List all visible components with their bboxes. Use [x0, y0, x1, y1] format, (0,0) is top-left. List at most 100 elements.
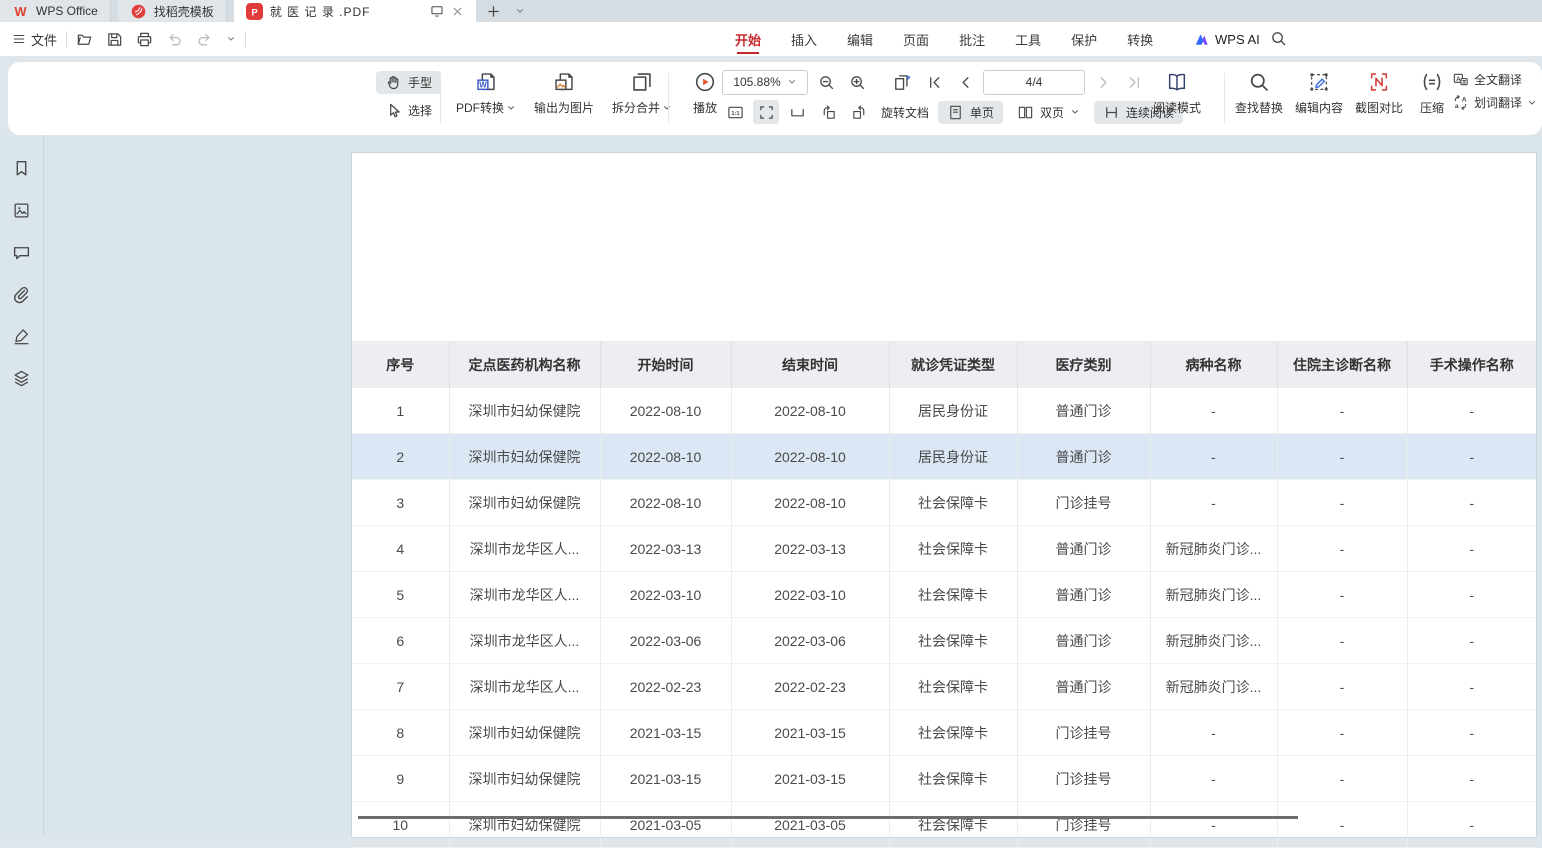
fit-page-button[interactable]	[753, 100, 779, 124]
table-cell: 普通门诊	[1017, 434, 1150, 480]
table-cell: -	[1407, 434, 1536, 480]
pdf-convert-button[interactable]: PDF转换	[448, 68, 524, 116]
menu-item-1[interactable]: 插入	[791, 22, 817, 56]
table-cell: -	[1150, 434, 1277, 480]
fit-width-button[interactable]	[784, 100, 810, 124]
rotate-left-button[interactable]	[815, 100, 841, 124]
layers-panel-button[interactable]	[12, 369, 31, 388]
next-page-icon	[1095, 74, 1112, 91]
table-cell: 2	[352, 434, 449, 480]
zoom-level-select[interactable]: 105.88%	[722, 70, 808, 95]
tab-document-active[interactable]: 就 医 记 录 .PDF	[234, 0, 476, 22]
undo-button[interactable]	[166, 31, 183, 48]
table-cell: -	[1277, 618, 1407, 664]
read-mode-group: 阅读模式	[1148, 68, 1206, 116]
table-cell: 普通门诊	[1017, 526, 1150, 572]
page-indicator-input[interactable]: 4/4	[983, 70, 1085, 95]
actual-size-button[interactable]	[722, 100, 748, 124]
full-translate-button[interactable]: 全文翻译	[1452, 71, 1537, 88]
last-page-button[interactable]	[1121, 70, 1147, 94]
export-image-button[interactable]: 输出为图片	[526, 68, 602, 116]
menu-search-button[interactable]	[1270, 30, 1287, 47]
wps-ai-button[interactable]: WPS AI	[1193, 22, 1260, 56]
table-cell: -	[1407, 802, 1536, 848]
next-page-button[interactable]	[1090, 70, 1116, 94]
rotate-right-button[interactable]	[846, 100, 872, 124]
menu-item-7[interactable]: 转换	[1127, 22, 1153, 56]
zoom-out-button[interactable]	[813, 70, 839, 94]
table-header-cell: 医疗类别	[1017, 341, 1150, 388]
bookmarks-panel-button[interactable]	[12, 159, 31, 178]
tab-docer-templates[interactable]: 找稻壳模板	[118, 0, 227, 22]
signature-panel-button[interactable]	[12, 327, 31, 346]
tab-wps-office[interactable]: WPS Office	[0, 0, 111, 22]
menu-item-5[interactable]: 工具	[1015, 22, 1041, 56]
table-cell: 5	[352, 572, 449, 618]
table-cell: 新冠肺炎门诊...	[1150, 618, 1277, 664]
pdf-page[interactable]: 序号定点医药机构名称开始时间结束时间就诊凭证类型医疗类别病种名称住院主诊断名称手…	[352, 153, 1536, 837]
thumbnails-panel-button[interactable]	[12, 201, 31, 220]
table-cell: 普通门诊	[1017, 388, 1150, 434]
menu-item-2[interactable]: 编辑	[847, 22, 873, 56]
zoom-in-button[interactable]	[844, 70, 870, 94]
page-layout-row: 旋转文档 单页 双页 连续阅读	[722, 99, 1183, 125]
zoom-out-icon	[818, 74, 835, 91]
double-page-button[interactable]: 双页	[1008, 101, 1089, 124]
table-cell: -	[1407, 572, 1536, 618]
document-title: 就 医 记 录 .PDF	[270, 3, 423, 20]
page-indicator-value: 4/4	[1026, 75, 1043, 89]
comments-panel-button[interactable]	[12, 243, 31, 262]
edit-content-button[interactable]: 编辑内容	[1290, 68, 1348, 116]
swap-pages-button[interactable]	[890, 70, 916, 94]
chevron-down-icon	[1527, 98, 1537, 108]
divider	[245, 31, 246, 47]
word-translate-button[interactable]: 划词翻译	[1452, 94, 1537, 111]
table-row: 1深圳市妇幼保健院2022-08-102022-08-10居民身份证普通门诊--…	[352, 388, 1536, 434]
table-cell: 居民身份证	[889, 434, 1017, 480]
table-cell: 2022-08-10	[731, 480, 889, 526]
pdf-convert-label: PDF转换	[456, 99, 504, 116]
menu-item-6[interactable]: 保护	[1071, 22, 1097, 56]
translate-group: 全文翻译 划词翻译	[1452, 71, 1537, 111]
menu-item-4[interactable]: 批注	[959, 22, 985, 56]
previous-page-button[interactable]	[952, 70, 978, 94]
table-cell: 门诊挂号	[1017, 710, 1150, 756]
redo-button[interactable]	[196, 31, 213, 48]
table-cell: 2022-08-10	[600, 480, 731, 526]
table-cell: 4	[352, 526, 449, 572]
new-tab-button[interactable]	[486, 4, 501, 19]
table-cell: 深圳市妇幼保健院	[449, 710, 600, 756]
table-cell: 2022-08-10	[731, 388, 889, 434]
table-cell: -	[1407, 618, 1536, 664]
paperclip-icon	[12, 285, 31, 304]
actual-size-icon	[727, 104, 744, 121]
table-cell: 3	[352, 480, 449, 526]
quick-access-dropdown[interactable]	[226, 34, 236, 44]
single-page-button[interactable]: 单页	[938, 101, 1003, 124]
screenshot-compare-button[interactable]: 截图对比	[1350, 68, 1408, 116]
comment-icon	[12, 243, 31, 262]
select-tool-button[interactable]: 选择	[376, 99, 441, 122]
tab-close-button[interactable]	[451, 5, 464, 18]
table-cell: 社会保障卡	[889, 618, 1017, 664]
first-page-button[interactable]	[921, 70, 947, 94]
tab-monitor-button[interactable]	[430, 4, 444, 18]
save-button[interactable]	[106, 31, 123, 48]
menu-item-3[interactable]: 页面	[903, 22, 929, 56]
chevron-down-icon	[226, 34, 236, 44]
print-button[interactable]	[136, 31, 153, 48]
file-menu-button[interactable]: 文件	[12, 30, 57, 49]
compress-label: 压缩	[1420, 99, 1444, 116]
table-cell: 普通门诊	[1017, 572, 1150, 618]
menu-item-0[interactable]: 开始	[735, 22, 761, 56]
find-replace-button[interactable]: 查找替换	[1230, 68, 1288, 116]
fit-width-icon	[789, 104, 806, 121]
attachments-panel-button[interactable]	[12, 285, 31, 304]
compress-button[interactable]: 压缩	[1410, 68, 1454, 116]
export-image-label: 输出为图片	[534, 99, 594, 116]
tab-list-button[interactable]	[515, 6, 525, 16]
open-file-button[interactable]	[76, 31, 93, 48]
rotate-document-button[interactable]: 旋转文档	[877, 104, 933, 121]
hand-tool-button[interactable]: 手型	[376, 71, 441, 94]
read-mode-button[interactable]: 阅读模式	[1148, 68, 1206, 116]
